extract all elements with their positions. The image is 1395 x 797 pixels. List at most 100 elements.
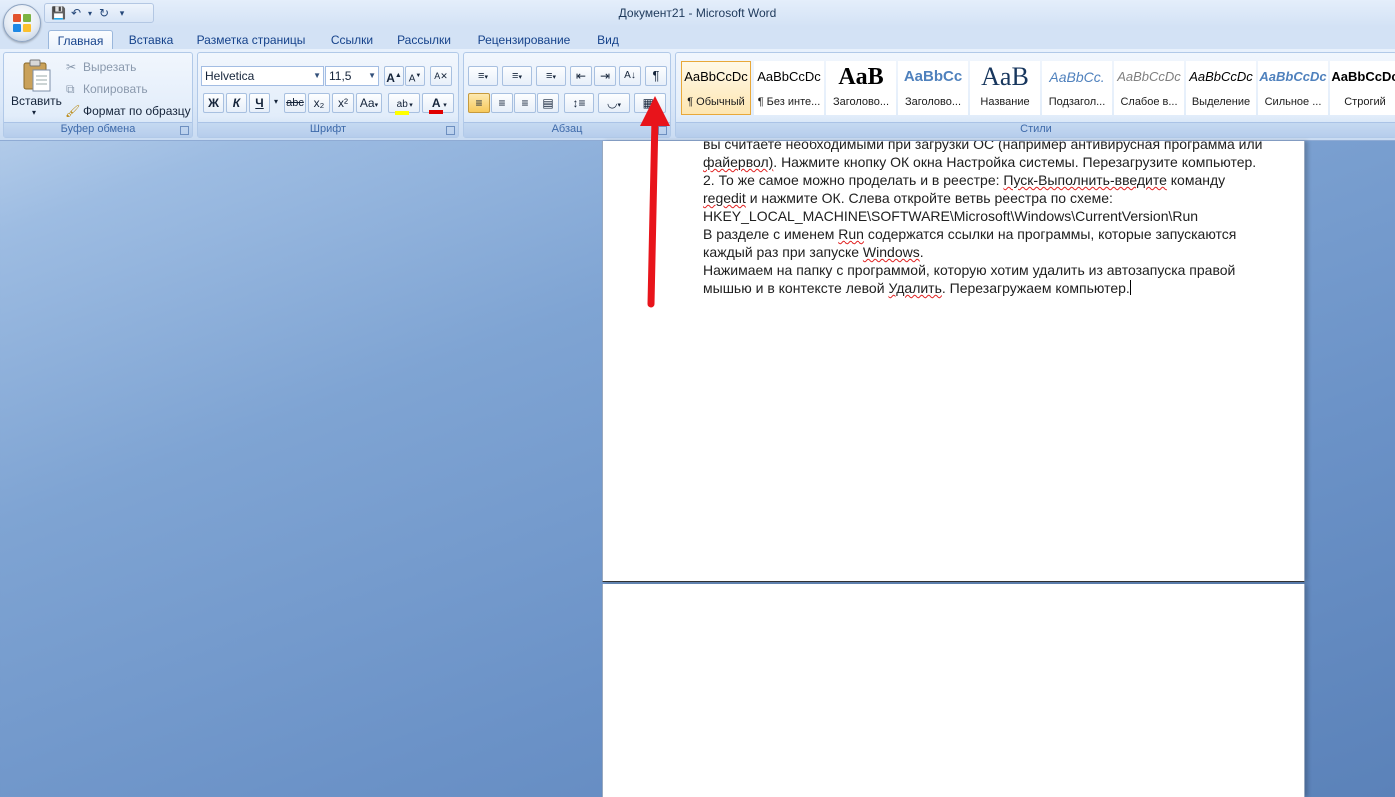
clipboard-group: Вставить ▾ ✂ Вырезать ⧉ Копировать 🖌 Фор… [3,52,193,138]
style-title[interactable]: AaB Название [970,61,1040,115]
italic-button[interactable]: К [226,93,247,113]
tab-mailings[interactable]: Рассылки [390,30,458,49]
style-name: Слабое в... [1120,96,1178,108]
grow-font-button[interactable]: A▲ [384,66,404,86]
doc-line: вы считаете необходимыми при загрузки ОС… [703,141,1263,152]
clear-formatting-icon: A✕ [434,71,448,81]
shading-button[interactable]: ◡▾ [598,93,630,113]
style-normal[interactable]: AaBbCcDc ¶ Обычный [681,61,751,115]
format-painter-button[interactable]: Формат по образцу [83,104,191,118]
numbering-button[interactable]: ≡▾ [502,66,532,86]
doc-line: мышью и в контексте левой Удалить. Перез… [703,280,1131,296]
decrease-indent-button[interactable]: ⇤ [570,66,592,86]
line-spacing-icon: ↕≡ [572,96,586,110]
paste-dropdown-icon[interactable]: ▾ [32,108,36,117]
copy-button[interactable]: Копировать [83,82,148,96]
align-center-button[interactable]: ≡ [491,93,513,113]
undo-icon[interactable]: ↶ [69,6,83,20]
paste-button[interactable]: Вставить [11,94,62,108]
font-name-combo[interactable]: Helvetica ▼ [201,66,324,86]
style-sample: AaBbCcDc [1259,69,1327,84]
save-icon[interactable]: 💾 [51,6,66,20]
subscript-button[interactable]: x₂ [308,93,330,113]
chevron-down-icon: ▼ [368,71,376,80]
highlight-button[interactable]: ab▾ [388,93,420,115]
document-page[interactable]: вы считаете необходимыми при загрузки ОС… [602,141,1305,582]
style-name: Заголово... [832,96,890,108]
tab-insert[interactable]: Вставка [120,30,182,49]
style-subtitle[interactable]: AaBbCc. Подзагол... [1042,61,1112,115]
style-name: Строгий [1344,96,1386,108]
style-sample: AaBbCcDc [757,69,821,84]
style-no-spacing[interactable]: AaBbCcDc ¶ Без инте... [754,61,824,115]
font-group-label: Шрифт [198,122,458,137]
bold-button[interactable]: Ж [203,93,224,113]
align-center-icon: ≡ [498,96,506,110]
font-launcher-icon[interactable] [446,126,455,135]
font-size-combo[interactable]: 11,5 ▼ [325,66,379,86]
paragraph-launcher-icon[interactable] [658,126,667,135]
document-page-2[interactable] [602,584,1305,797]
style-sample: AaBbCcDc [1189,69,1253,84]
line-spacing-button[interactable]: ↕≡ [564,93,594,113]
style-emphasis[interactable]: AaBbCcDc Выделение [1186,61,1256,115]
style-heading-2[interactable]: AaBbCc Заголово... [898,61,968,115]
font-color-button[interactable]: A ▾ [422,93,454,114]
style-sample: AaBbCc. [1049,69,1105,85]
undo-dropdown-icon[interactable]: ▾ [87,9,93,18]
cut-button[interactable]: Вырезать [83,60,136,74]
style-name: Подзагол... [1048,96,1106,108]
paste-icon [23,59,51,92]
style-strong[interactable]: AaBbCcDc Строгий [1330,61,1395,115]
sort-icon: A↓ [624,70,636,81]
format-painter-icon: 🖌 [65,104,81,118]
copy-icon: ⧉ [66,82,75,96]
grow-font-icon: A [386,71,395,85]
ribbon: Вставить ▾ ✂ Вырезать ⧉ Копировать 🖌 Фор… [0,49,1395,141]
superscript-button[interactable]: x² [332,93,354,113]
style-sample: AaBbCc [903,68,963,85]
borders-button[interactable]: ▦▾ [634,93,666,113]
style-subtle-emphasis[interactable]: AaBbCcDc Слабое в... [1114,61,1184,115]
align-left-icon: ≡ [475,96,483,110]
style-name: ¶ Без инте... [757,96,821,108]
increase-indent-icon: ⇥ [599,69,611,83]
tab-review[interactable]: Рецензирование [468,30,580,49]
shrink-font-button[interactable]: A▼ [405,66,425,86]
title-bar: Документ21 - Microsoft Word [0,0,1395,27]
underline-dropdown-icon[interactable]: ▾ [274,97,278,106]
style-heading-1[interactable]: AaB Заголово... [826,61,896,115]
clear-formatting-button[interactable]: A✕ [430,66,452,86]
strikethrough-button[interactable]: abc [284,93,306,113]
style-sample: AaBbCcDc [684,69,748,84]
align-right-icon: ≡ [521,96,529,110]
tab-references[interactable]: Ссылки [322,30,382,49]
style-intense-emphasis[interactable]: AaBbCcDc Сильное ... [1258,61,1328,115]
tab-home[interactable]: Главная [48,30,113,49]
align-left-button[interactable]: ≡ [468,93,490,113]
tab-page-layout[interactable]: Разметка страницы [190,30,312,49]
tab-view[interactable]: Вид [588,30,628,49]
customize-qat-icon[interactable]: ▾ [115,8,129,19]
align-right-button[interactable]: ≡ [514,93,536,113]
bullets-button[interactable]: ≡▾ [468,66,498,86]
show-formatting-button[interactable]: ¶ [645,66,667,86]
clipboard-launcher-icon[interactable] [180,126,189,135]
style-name: Название [980,96,1030,108]
style-sample: AaBbCcDc [1117,69,1181,84]
change-case-button[interactable]: Aa▾ [356,93,382,113]
paragraph-group-label: Абзац [464,122,670,137]
multilevel-list-button[interactable]: ≡▾ [536,66,566,86]
font-group: Helvetica ▼ 11,5 ▼ A▲ A▼ A✕ Ж К Ч ▾ abc x₂… [197,52,459,138]
underline-button[interactable]: Ч [249,93,270,113]
sort-button[interactable]: A↓ [619,66,641,86]
increase-indent-button[interactable]: ⇥ [594,66,616,86]
font-size-value: 11,5 [329,69,352,83]
redo-icon[interactable]: ↻ [97,6,111,20]
justify-button[interactable]: ▤ [537,93,559,113]
doc-line: regedit и нажмите ОК. Слева откройте вет… [703,190,1113,206]
doc-line: В разделе с именем Run содержатся ссылки… [703,226,1237,242]
office-button[interactable] [3,4,41,42]
window-title: Документ21 - Microsoft Word [618,6,777,20]
office-logo-icon [13,14,33,34]
